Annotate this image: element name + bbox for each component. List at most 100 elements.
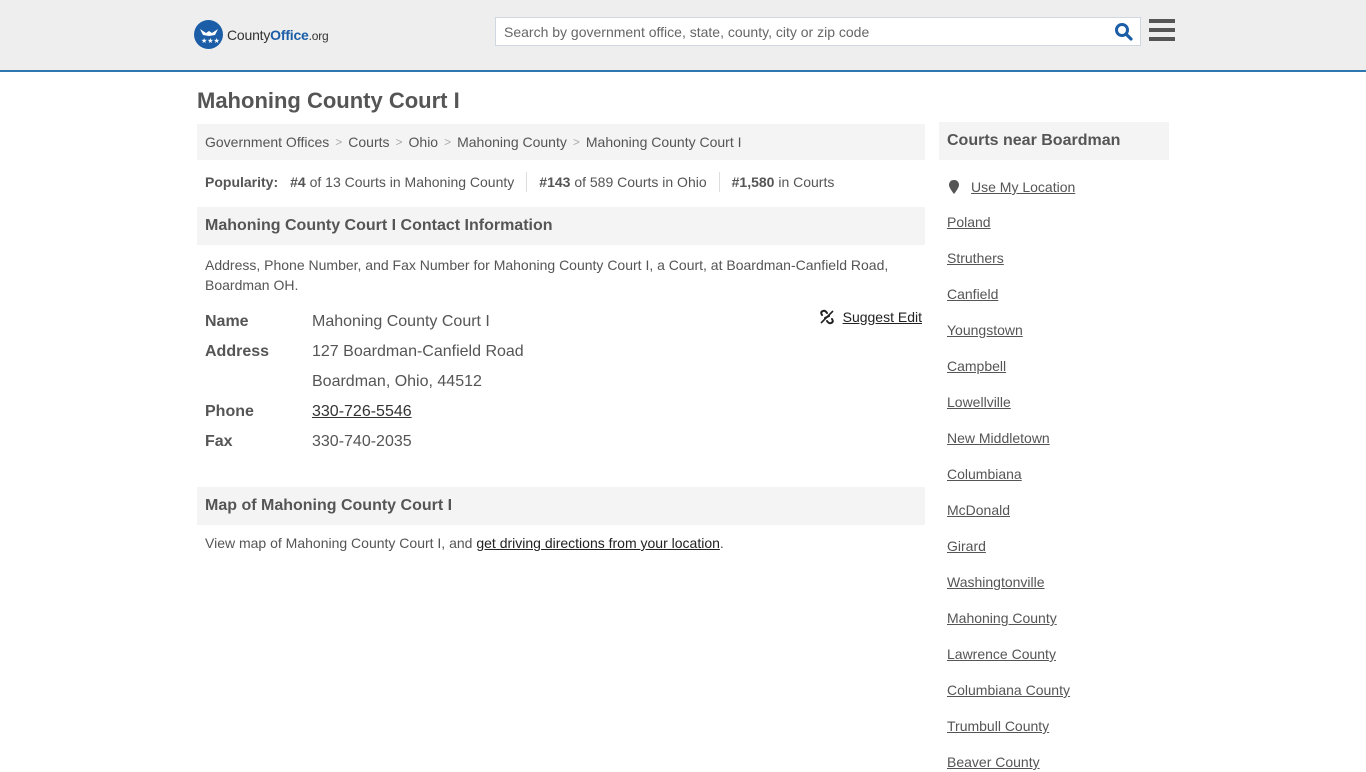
page-title: Mahoning County Court I bbox=[197, 88, 460, 113]
use-my-location-link[interactable]: Use My Location bbox=[971, 179, 1075, 195]
nearby-item: Columbiana County bbox=[947, 682, 1161, 700]
nearby-item: New Middletown bbox=[947, 430, 1161, 448]
breadcrumb-separator-icon: > bbox=[572, 135, 580, 149]
divider bbox=[526, 172, 528, 192]
nearby-item: Campbell bbox=[947, 358, 1161, 376]
nearby-item: Columbiana bbox=[947, 466, 1161, 484]
phone-link[interactable]: 330-726-5546 bbox=[312, 403, 412, 420]
nearby-item: McDonald bbox=[947, 502, 1161, 520]
search-box bbox=[495, 17, 1141, 46]
main-content: Government Offices > Courts > Ohio > Mah… bbox=[197, 124, 925, 551]
phone-label: Phone bbox=[205, 403, 254, 420]
contact-description: Address, Phone Number, and Fax Number fo… bbox=[205, 257, 889, 293]
address-line1: 127 Boardman-Canfield Road bbox=[312, 343, 524, 360]
suggest-edit-link[interactable]: Suggest Edit bbox=[843, 309, 922, 325]
breadcrumb-separator-icon: > bbox=[444, 135, 452, 149]
nearby-list: Use My Location Poland Struthers Canfield Y… bbox=[939, 178, 1169, 772]
nearby-link[interactable]: Trumbull County bbox=[947, 718, 1049, 734]
nearby-link[interactable]: Washingtonville bbox=[947, 574, 1045, 590]
nearby-link[interactable]: McDonald bbox=[947, 502, 1010, 518]
map-desc-suffix: . bbox=[719, 535, 724, 551]
phone-row: Phone 330-726-5546 bbox=[205, 397, 917, 427]
nearby-item: Washingtonville bbox=[947, 574, 1161, 592]
nearby-link[interactable]: Girard bbox=[947, 538, 986, 554]
contact-info: Suggest Edit Name Mahoning County Court … bbox=[197, 295, 925, 457]
nearby-item: Trumbull County bbox=[947, 718, 1161, 736]
nearby-item: Poland bbox=[947, 214, 1161, 232]
search-input[interactable] bbox=[496, 18, 1096, 45]
search-button[interactable] bbox=[1114, 22, 1134, 42]
map-description: View map of Mahoning County Court I, and… bbox=[197, 525, 925, 551]
name-value: Mahoning County Court I bbox=[312, 313, 490, 330]
nearby-link[interactable]: Struthers bbox=[947, 250, 1004, 266]
breadcrumb-ohio[interactable]: Ohio bbox=[409, 134, 439, 150]
popularity-bar: Popularity: #4 of 13 Courts in Mahoning … bbox=[197, 160, 925, 204]
map-desc-text: View map of Mahoning County Court I, and bbox=[205, 535, 477, 551]
nearby-item: Struthers bbox=[947, 250, 1161, 268]
breadcrumb-separator-icon: > bbox=[335, 135, 343, 149]
broken-link-icon bbox=[819, 309, 834, 325]
nearby-link[interactable]: Poland bbox=[947, 214, 991, 230]
contact-heading: Mahoning County Court I Contact Informat… bbox=[197, 207, 925, 245]
nearby-link[interactable]: Lowellville bbox=[947, 394, 1011, 410]
nearby-item: Beaver County bbox=[947, 754, 1161, 772]
nearby-item: Girard bbox=[947, 538, 1161, 556]
address-line2: Boardman, Ohio, 44512 bbox=[312, 373, 482, 390]
breadcrumb-current: Mahoning County Court I bbox=[585, 134, 742, 150]
rank-text: of 13 Courts in Mahoning County bbox=[305, 174, 515, 190]
svg-text:★★★: ★★★ bbox=[201, 37, 220, 45]
popularity-state-rank: #143 of 589 Courts in Ohio bbox=[539, 174, 706, 190]
nearby-link[interactable]: Columbiana bbox=[947, 466, 1022, 482]
nearby-link[interactable]: Canfield bbox=[947, 286, 998, 302]
nearby-link[interactable]: New Middletown bbox=[947, 430, 1050, 446]
logo-office: Office bbox=[270, 26, 309, 43]
sidebar-heading: Courts near Boardman bbox=[939, 122, 1169, 160]
rank-text: of 589 Courts in Ohio bbox=[570, 174, 707, 190]
nearby-link[interactable]: Youngstown bbox=[947, 322, 1023, 338]
nearby-link[interactable]: Mahoning County bbox=[947, 610, 1057, 626]
nearby-item: Lowellville bbox=[947, 394, 1161, 412]
site-logo[interactable]: ★★★ CountyOffice.org bbox=[194, 20, 329, 49]
nearby-item: Youngstown bbox=[947, 322, 1161, 340]
site-header: ★★★ CountyOffice.org bbox=[0, 0, 1366, 72]
nearby-link[interactable]: Columbiana County bbox=[947, 682, 1070, 698]
eagle-logo-icon: ★★★ bbox=[194, 20, 223, 49]
driving-directions-link[interactable]: get driving directions from your locatio… bbox=[476, 535, 720, 551]
logo-county: County bbox=[227, 26, 271, 43]
divider bbox=[718, 172, 720, 192]
breadcrumb-mahoning-county[interactable]: Mahoning County bbox=[457, 134, 567, 150]
rank-value: #4 bbox=[290, 174, 306, 190]
search-icon bbox=[1115, 23, 1133, 41]
map-pin-icon bbox=[949, 180, 959, 194]
nearby-link[interactable]: Campbell bbox=[947, 358, 1006, 374]
fax-value: 330-740-2035 bbox=[312, 433, 412, 450]
nearby-item: Lawrence County bbox=[947, 646, 1161, 664]
nearby-item: Canfield bbox=[947, 286, 1161, 304]
popularity-national-rank: #1,580 in Courts bbox=[732, 174, 835, 190]
fax-row: Fax 330-740-2035 bbox=[205, 427, 917, 457]
hamburger-menu-icon[interactable] bbox=[1149, 19, 1175, 43]
rank-value: #1,580 bbox=[731, 174, 775, 190]
logo-org: .org bbox=[308, 28, 329, 43]
address-label: Address bbox=[205, 343, 270, 360]
rank-value: #143 bbox=[539, 174, 571, 190]
sidebar: Courts near Boardman Use My Location Pol… bbox=[939, 122, 1169, 772]
name-label: Name bbox=[205, 313, 249, 330]
fax-label: Fax bbox=[205, 433, 233, 450]
address-row-2: Boardman, Ohio, 44512 bbox=[205, 367, 917, 397]
breadcrumb-government-offices[interactable]: Government Offices bbox=[205, 134, 329, 150]
name-row: Name Mahoning County Court I bbox=[205, 307, 917, 337]
nearby-item: Mahoning County bbox=[947, 610, 1161, 628]
address-row: Address 127 Boardman-Canfield Road bbox=[205, 337, 917, 367]
popularity-label: Popularity: bbox=[205, 174, 279, 190]
rank-text: in Courts bbox=[774, 174, 835, 190]
breadcrumb: Government Offices > Courts > Ohio > Mah… bbox=[197, 124, 925, 160]
popularity-county-rank: #4 of 13 Courts in Mahoning County bbox=[290, 174, 514, 190]
nearby-link[interactable]: Lawrence County bbox=[947, 646, 1056, 662]
logo-text: CountyOffice.org bbox=[227, 27, 329, 43]
breadcrumb-separator-icon: > bbox=[395, 135, 403, 149]
suggest-edit[interactable]: Suggest Edit bbox=[819, 309, 922, 325]
use-my-location[interactable]: Use My Location bbox=[947, 178, 1161, 196]
breadcrumb-courts[interactable]: Courts bbox=[348, 134, 389, 150]
map-heading: Map of Mahoning County Court I bbox=[197, 487, 925, 525]
